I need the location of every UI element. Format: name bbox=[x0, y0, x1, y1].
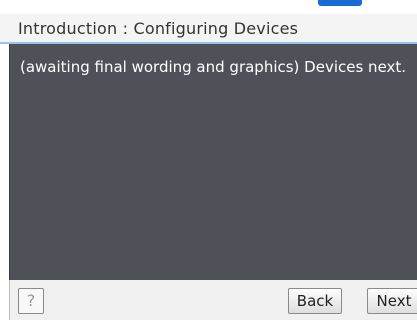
next-button[interactable]: Next bbox=[367, 288, 417, 314]
top-strip bbox=[0, 0, 417, 14]
back-button[interactable]: Back bbox=[288, 288, 342, 314]
brand-accent bbox=[318, 0, 362, 6]
title-bar: Introduction : Configuring Devices bbox=[0, 14, 417, 44]
content-panel: (awaiting final wording and graphics) De… bbox=[9, 44, 417, 280]
help-button[interactable]: ? bbox=[18, 288, 44, 314]
page-title: Introduction : Configuring Devices bbox=[18, 19, 299, 38]
footer-bar: ? Back Next bbox=[0, 280, 417, 320]
content-message: (awaiting final wording and graphics) De… bbox=[20, 58, 407, 76]
footer-panel bbox=[9, 280, 417, 320]
